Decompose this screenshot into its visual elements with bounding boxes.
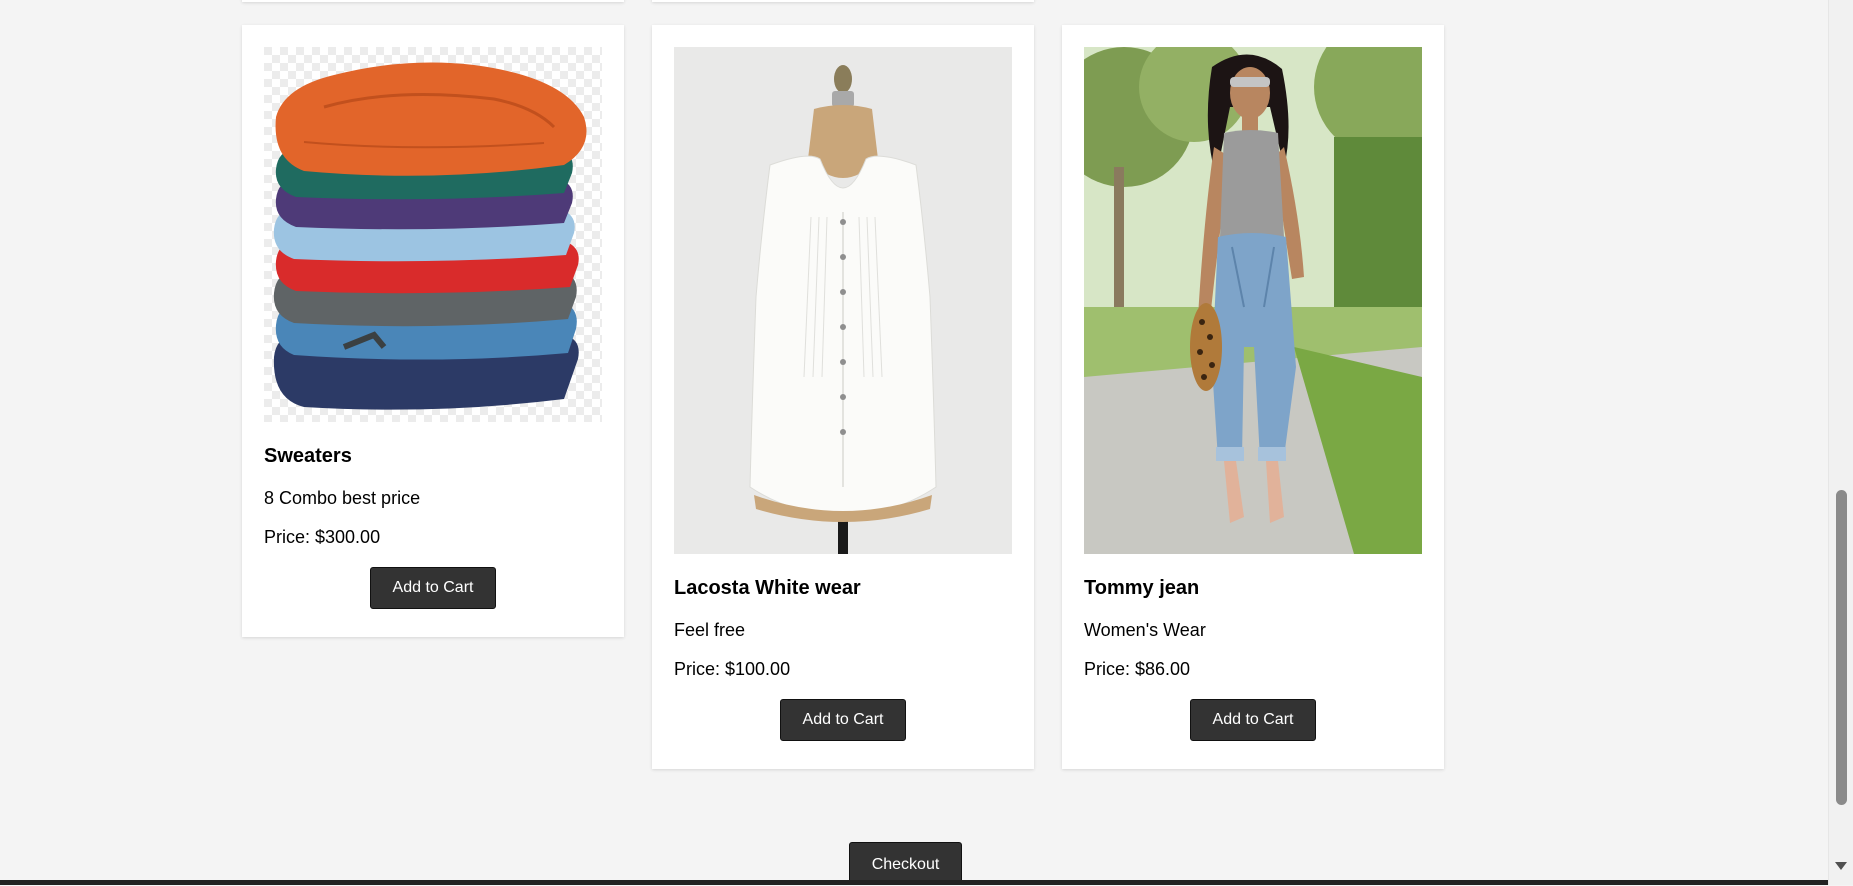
product-name: Lacosta White wear xyxy=(674,577,861,599)
vertical-scrollbar[interactable] xyxy=(1828,0,1853,885)
product-price: Price: $86.00 xyxy=(1084,659,1191,679)
product-card-tommy-jean: Tommy jean Women's Wear Price: $86.00 Ad… xyxy=(1062,25,1444,769)
scrollbar-thumb[interactable] xyxy=(1836,490,1847,805)
product-description: Women's Wear xyxy=(1084,620,1206,640)
product-description: Feel free xyxy=(674,620,746,640)
product-image-lacosta-white-wear xyxy=(674,47,1012,554)
product-description: 8 Combo best price xyxy=(264,488,421,508)
checkout-button[interactable]: Checkout xyxy=(849,842,962,885)
product-image-tommy-jean xyxy=(1084,47,1422,554)
product-card-lacosta-white-wear: Lacosta White wear Feel free Price: $100… xyxy=(652,25,1034,769)
product-price: Price: $100.00 xyxy=(674,659,791,679)
add-to-cart-button[interactable]: Add to Cart xyxy=(779,699,907,741)
previous-row-card xyxy=(242,0,624,2)
product-card-sweaters: Sweaters 8 Combo best price Price: $300.… xyxy=(242,25,624,637)
scroll-down-arrow-icon[interactable] xyxy=(1835,862,1847,870)
bottom-bar xyxy=(0,880,1828,885)
product-name: Tommy jean xyxy=(1084,577,1200,599)
product-image-sweaters xyxy=(264,47,602,422)
add-to-cart-button[interactable]: Add to Cart xyxy=(369,567,497,609)
previous-row-card xyxy=(652,0,1034,2)
product-name: Sweaters xyxy=(264,445,352,467)
product-price: Price: $300.00 xyxy=(264,527,381,547)
add-to-cart-button[interactable]: Add to Cart xyxy=(1189,699,1317,741)
